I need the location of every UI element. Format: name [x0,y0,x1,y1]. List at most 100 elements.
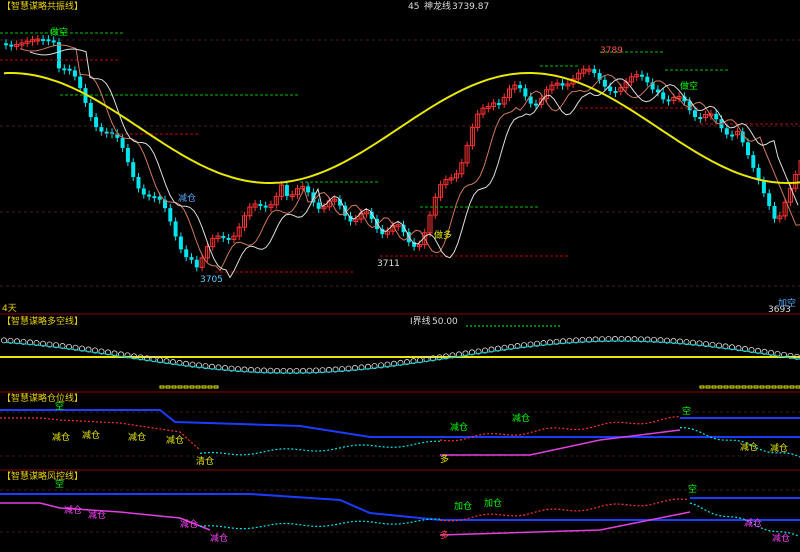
candle-body [104,131,109,134]
price-label-low1: 3705 [200,275,223,285]
candle-body [41,39,46,42]
candle-body [316,202,321,209]
signal-label: 减仓 [770,444,789,454]
candle-body [72,70,77,77]
signal-label: 多 [440,531,450,541]
candle-body [147,194,152,197]
candle-body [173,221,178,237]
panel4-title: 【智慧谋略风控线】 [2,472,84,482]
marker [741,385,747,389]
signal-label: 空 [55,402,65,412]
candle-body [666,99,671,102]
candle-body [592,69,597,74]
marker [717,385,723,389]
marker [699,385,705,389]
candle-body [189,257,194,260]
signal-label: 空 [55,480,65,490]
candle-body [761,180,766,194]
marker [171,385,177,389]
position-cyan-line [199,440,441,456]
panel2-title: 【智慧谋略多空线】 [2,317,84,327]
candle-body [152,196,157,199]
signal-label: 加仓 [454,502,473,512]
signal-label: 做多 [434,231,453,241]
period-corner-label: 4天 [2,304,17,314]
signal-label: 减仓 [512,414,531,424]
marker [789,385,795,389]
candle-body [88,102,93,118]
marker [207,385,213,389]
candle-body [518,85,523,89]
risk-red-line [439,498,689,522]
marker [735,385,741,389]
marker [759,385,765,389]
price-label-high: 3789 [600,46,623,56]
signal-label: 空 [688,485,698,495]
signal-label: 减仓 [450,423,469,433]
marker [165,385,171,389]
candle-body [46,39,51,42]
signal-label: 减仓 [178,194,197,204]
candle-body [221,236,226,239]
risk-magenta-line [439,511,691,536]
panel2-subtitle: I界线 [410,317,431,327]
candle-body [724,128,729,135]
candle-body [772,206,777,219]
chart-window: 【智慧谋略共振线】 45 神龙线 3739.87 3789 3705 3711 … [0,0,800,552]
candle-body [184,249,189,258]
candle-body [746,142,750,156]
candle-body [131,162,136,177]
signal-label: 减仓 [166,436,185,446]
candle-body [661,92,666,100]
marker [183,385,189,389]
marker [213,385,219,389]
marker [177,385,183,389]
candle-body [608,86,613,92]
candle-body [99,127,104,132]
candle-body [263,205,268,208]
panel3-title: 【智慧谋略仓位线】 [2,394,84,404]
marker [771,385,777,389]
signal-label: 减仓 [210,534,229,544]
signal-label: 多 [440,455,450,465]
candle-body [4,43,8,46]
candle-body [51,40,56,43]
candle-body [523,88,528,97]
signal-label: 减仓 [180,520,199,530]
signal-label: 做空 [680,82,699,92]
candle-body [534,103,538,106]
candle-body [640,74,644,77]
main-panel-title: 【智慧谋略共振线】 [2,2,84,12]
marker [747,385,753,389]
marker [783,385,789,389]
marker [705,385,711,389]
candle-body [698,117,703,120]
marker [201,385,207,389]
candle-body [284,185,289,197]
candle-body [645,76,650,83]
candle-body [258,204,263,207]
candle-body [78,76,83,89]
candle-body [157,196,162,200]
signal-label: 清仓 [196,457,215,467]
candle-body [136,176,141,189]
signal-label: 加仓 [484,499,503,509]
marker [795,385,800,389]
marker [189,385,195,389]
candle-body [613,91,618,94]
signal-label: 减仓 [128,433,147,443]
candle-body [693,110,697,118]
signal-label: 空 [682,407,692,417]
risk-cyan-line [199,518,441,530]
candle-body [560,83,565,86]
candle-body [168,208,173,222]
signal-label: 减仓 [772,534,791,544]
candle-body [62,68,67,71]
signal-label: 减仓 [88,511,107,521]
candle-body [226,237,231,240]
marker [729,385,735,389]
indicator-value: 3739.87 [452,2,490,12]
signal-label: 做空 [50,28,69,38]
candle-body [94,117,99,128]
price-label-low2: 3711 [377,259,400,269]
